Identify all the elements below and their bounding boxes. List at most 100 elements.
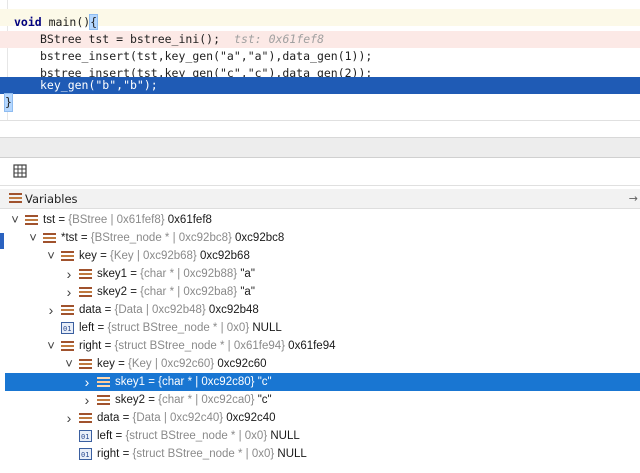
equals-sign: =: [94, 322, 108, 334]
variable-row[interactable]: left = {struct BStree_node * | 0x0} NULL: [0, 319, 640, 338]
debug-toolbar: [0, 158, 640, 186]
equals-sign: =: [119, 448, 133, 460]
variable-type: {Data | 0xc92c40}: [132, 412, 224, 424]
variable-value: 0xc92bc8: [231, 232, 285, 244]
panel-divider[interactable]: [0, 137, 640, 158]
variable-row[interactable]: ˅ key = {Key | 0xc92c60} 0xc92c60: [0, 355, 640, 373]
variable-label: right = {struct BStree_node * | 0x61fe94…: [79, 337, 336, 355]
code-line-6[interactable]: }: [0, 93, 640, 112]
variable-type: {BStree_node * | 0xc92bc8}: [90, 232, 232, 244]
code-line-5-selected[interactable]: key_gen("b","b");: [0, 77, 640, 94]
expand-chevron-icon[interactable]: ›: [44, 301, 58, 319]
code-line-3[interactable]: bstree_insert(tst,key_gen("a","a"),data_…: [0, 48, 640, 65]
variable-label: key = {Key | 0xc92c60} 0xc92c60: [97, 355, 267, 373]
expand-chevron-icon[interactable]: ›: [62, 283, 76, 301]
variable-type: {Key | 0xc92b68}: [110, 250, 197, 262]
equals-sign: =: [127, 268, 141, 280]
variable-value: 0xc92b68: [196, 250, 250, 262]
variable-name: *tst: [61, 232, 78, 244]
variable-row[interactable]: ˅ key = {Key | 0xc92b68} 0xc92b68: [0, 247, 640, 265]
variables-tree[interactable]: ˅ tst = {BStree | 0x61fef8} 0x61fef8 ˅ *tst…: [0, 210, 640, 473]
expand-chevron-icon[interactable]: ›: [62, 409, 76, 427]
expand-chevron-icon[interactable]: ›: [62, 265, 76, 283]
no-children-spacer: [62, 445, 76, 463]
collapse-chevron-icon[interactable]: ˅: [8, 211, 22, 229]
variable-type: {BStree | 0x61fef8}: [68, 214, 165, 226]
variable-row[interactable]: › skey2 = {char * | 0xc92ca0} "c": [0, 391, 640, 409]
variable-row[interactable]: › skey1 = {char * | 0xc92b88} "a": [0, 265, 640, 283]
equals-sign: =: [55, 214, 69, 226]
variable-row[interactable]: › data = {Data | 0xc92b48} 0xc92b48: [0, 301, 640, 319]
struct-field-icon: [79, 286, 92, 298]
matched-brace-open: {: [89, 14, 99, 30]
variable-type: {char * | 0xc92b88}: [140, 268, 238, 280]
variable-label: data = {Data | 0xc92c40} 0xc92c40: [97, 409, 276, 427]
variable-name: data: [79, 304, 102, 316]
function-signature: main(): [41, 15, 91, 29]
variable-type: {struct BStree_node * | 0x61fe94}: [114, 340, 285, 352]
variable-name: right: [79, 340, 102, 352]
variable-row[interactable]: › skey1 = {char * | 0xc92c80} "c": [5, 373, 640, 391]
equals-sign: =: [145, 394, 159, 406]
variable-label: left = {struct BStree_node * | 0x0} NULL: [79, 319, 282, 337]
equals-sign: =: [77, 232, 91, 244]
code-line-2[interactable]: BStree tst = bstree_ini(); tst: 0x61fef8: [0, 31, 640, 48]
variable-row[interactable]: › skey2 = {char * | 0xc92ba8} "a": [0, 283, 640, 301]
pointer-value-icon: [61, 320, 74, 338]
collapse-chevron-icon[interactable]: ˅: [62, 355, 76, 373]
variable-value: NULL: [267, 430, 300, 442]
variable-value: "c": [254, 376, 272, 388]
expand-chevron-icon[interactable]: ›: [80, 373, 94, 391]
variable-row[interactable]: right = {struct BStree_node * | 0x0} NUL…: [0, 445, 640, 464]
variable-label: skey2 = {char * | 0xc92ba8} "a": [97, 283, 255, 301]
equals-sign: =: [114, 358, 129, 370]
variable-label: left = {struct BStree_node * | 0x0} NULL: [97, 427, 300, 445]
variable-type: {char * | 0xc92ba8}: [140, 286, 238, 298]
variable-label: skey2 = {char * | 0xc92ca0} "c": [115, 391, 272, 409]
variable-name: right: [97, 448, 120, 460]
variable-type: {Data | 0xc92b48}: [114, 304, 206, 316]
struct-field-icon: [79, 268, 92, 280]
variable-type: {Key | 0xc92c60}: [128, 358, 215, 370]
code-text: BStree tst = bstree_ini();: [40, 32, 221, 46]
keyword-void: void: [14, 15, 42, 29]
collapse-chevron-icon[interactable]: ˅: [44, 247, 58, 265]
no-children-spacer: [44, 319, 58, 337]
variable-value: "a": [237, 286, 255, 298]
variable-row[interactable]: left = {struct BStree_node * | 0x0} NULL: [0, 427, 640, 446]
variable-row[interactable]: ˅ right = {struct BStree_node * | 0x61fe9…: [0, 337, 640, 355]
variable-name: skey2: [115, 394, 146, 406]
struct-field-icon: [61, 250, 74, 262]
collapse-chevron-icon[interactable]: ˅: [44, 337, 58, 355]
variable-row[interactable]: ˅ *tst = {BStree_node * | 0xc92bc8} 0xc92…: [0, 229, 640, 247]
variable-label: skey1 = {char * | 0xc92b88} "a": [97, 265, 255, 283]
code-text: bstree_insert(tst,key_gen("a","a"),data_…: [40, 49, 373, 63]
variable-name: tst: [43, 214, 56, 226]
struct-field-icon: [79, 358, 92, 370]
pin-arrow-icon[interactable]: →: [629, 189, 638, 209]
table-view-icon[interactable]: [13, 164, 29, 180]
variable-value: "a": [237, 268, 255, 280]
no-children-spacer: [62, 427, 76, 445]
variable-name: skey1: [97, 268, 128, 280]
variable-name: skey1: [115, 376, 146, 388]
struct-field-icon: [61, 304, 74, 316]
variable-type: {struct BStree_node * | 0x0}: [132, 448, 275, 460]
variable-type: {char * | 0xc92c80}: [158, 376, 255, 388]
variable-label: tst = {BStree | 0x61fef8} 0x61fef8: [43, 211, 212, 229]
variable-type: {struct BStree_node * | 0x0}: [107, 322, 250, 334]
code-line-1[interactable]: void main(){: [0, 14, 640, 31]
struct-field-icon: [97, 376, 110, 388]
variable-label: data = {Data | 0xc92b48} 0xc92b48: [79, 301, 259, 319]
variable-name: key: [97, 358, 115, 370]
pointer-value-icon: [79, 428, 92, 446]
expand-chevron-icon[interactable]: ›: [80, 391, 94, 409]
struct-field-icon: [43, 232, 56, 244]
collapse-chevron-icon[interactable]: ˅: [26, 229, 40, 247]
equals-sign: =: [119, 412, 133, 424]
variable-row[interactable]: › data = {Data | 0xc92c40} 0xc92c40: [0, 409, 640, 427]
pointer-value-icon: [79, 446, 92, 464]
struct-field-icon: [25, 214, 38, 226]
variable-row[interactable]: ˅ tst = {BStree | 0x61fef8} 0x61fef8: [0, 211, 640, 229]
code-editor[interactable]: void main(){ BStree tst = bstree_ini(); t…: [0, 0, 640, 120]
